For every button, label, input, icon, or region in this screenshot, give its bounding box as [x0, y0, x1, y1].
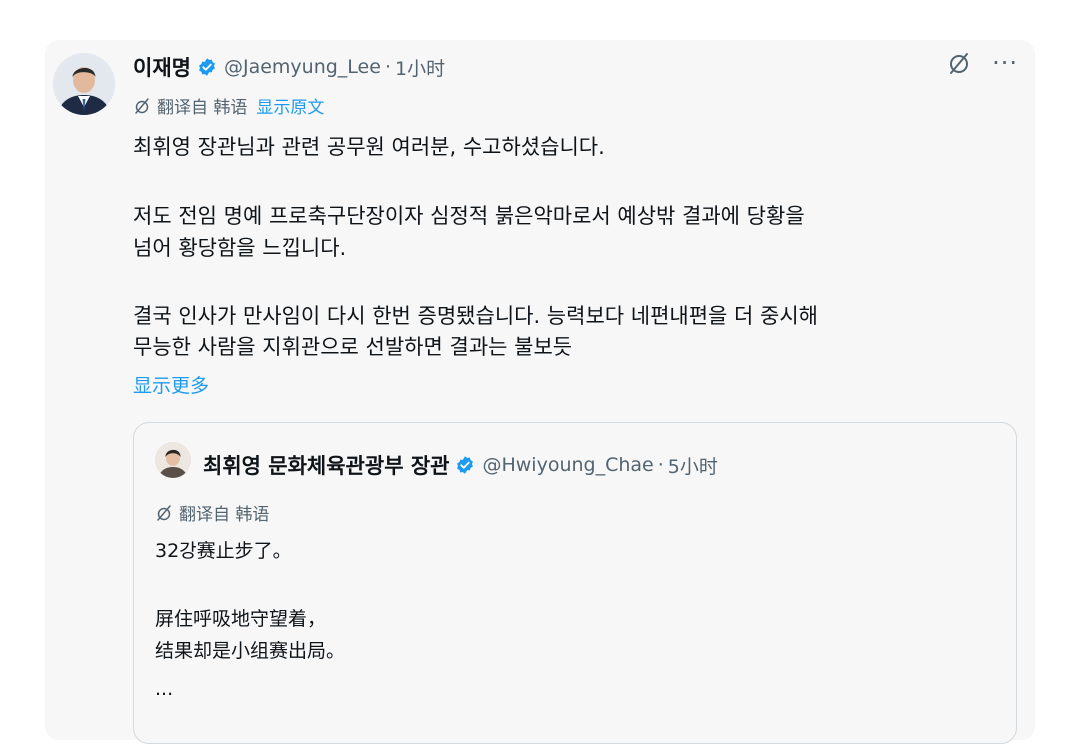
tweet-text-paragraph: 최휘영 장관님과 관련 공무원 여러분, 수고하셨습니다.	[133, 135, 605, 159]
quoted-avatar[interactable]	[155, 442, 191, 478]
translation-notice: 翻译自 韩语 显示原文	[133, 93, 324, 118]
translated-from-label: 翻译自 韩语	[157, 98, 248, 118]
quoted-translation-notice: 翻译自 韩语	[155, 500, 269, 525]
quoted-text-line: 32강赛止步了。	[155, 540, 292, 562]
separator-dot: ·	[384, 56, 391, 78]
verified-badge-icon	[199, 58, 215, 76]
verified-badge-icon	[457, 456, 474, 474]
quoted-author-name[interactable]: 최휘영 문화체육관광부 장관	[203, 450, 449, 480]
translated-from-label: 翻译自 韩语	[179, 505, 270, 525]
timestamp[interactable]: 1小时	[395, 54, 445, 81]
quoted-text-line: 结果却是小组赛出局。	[155, 640, 346, 662]
quoted-text-line: 屏住呼吸地守望着，	[155, 608, 327, 630]
show-original-link[interactable]: 显示原文	[256, 93, 324, 118]
translate-icon[interactable]	[946, 50, 972, 76]
tweet-text-line: 저도 전임 명예 프로축구단장이자 심정적 붉은악마로서 예상밖 결과에 당황을	[133, 204, 805, 228]
author-handle[interactable]: @Jaemyung_Lee	[224, 56, 381, 78]
quoted-handle[interactable]: @Hwiyoung_Chae	[482, 454, 653, 476]
quoted-timestamp[interactable]: 5小时	[668, 452, 718, 479]
tweet-actions: ···	[946, 50, 1018, 76]
tweet-text-line: 결국 인사가 만사임이 다시 한번 증명됐습니다. 능력보다 네편내편을 더 중…	[133, 304, 818, 328]
show-more-link[interactable]: 显示更多	[133, 371, 209, 398]
translate-icon	[135, 97, 149, 114]
translate-icon	[157, 504, 171, 521]
quoted-header: 최휘영 문화체육관광부 장관 @Hwiyoung_Chae · 5小时	[203, 450, 718, 480]
tweet-header: 이재명 @Jaemyung_Lee · 1小时	[133, 52, 445, 82]
tweet-text-line: 넘어 황당함을 느낍니다.	[133, 236, 347, 260]
quoted-tweet[interactable]: 최휘영 문화체육관광부 장관 @Hwiyoung_Chae · 5小时 翻译自 …	[133, 422, 1017, 744]
avatar[interactable]	[53, 53, 115, 115]
author-name[interactable]: 이재명	[133, 52, 191, 82]
separator-dot: ·	[657, 454, 664, 476]
more-icon[interactable]: ···	[992, 51, 1018, 75]
tweet-text-line: 무능한 사람을 지휘관으로 선발하면 결과는 불보듯	[133, 335, 573, 359]
quoted-text-line: ...	[155, 678, 174, 700]
